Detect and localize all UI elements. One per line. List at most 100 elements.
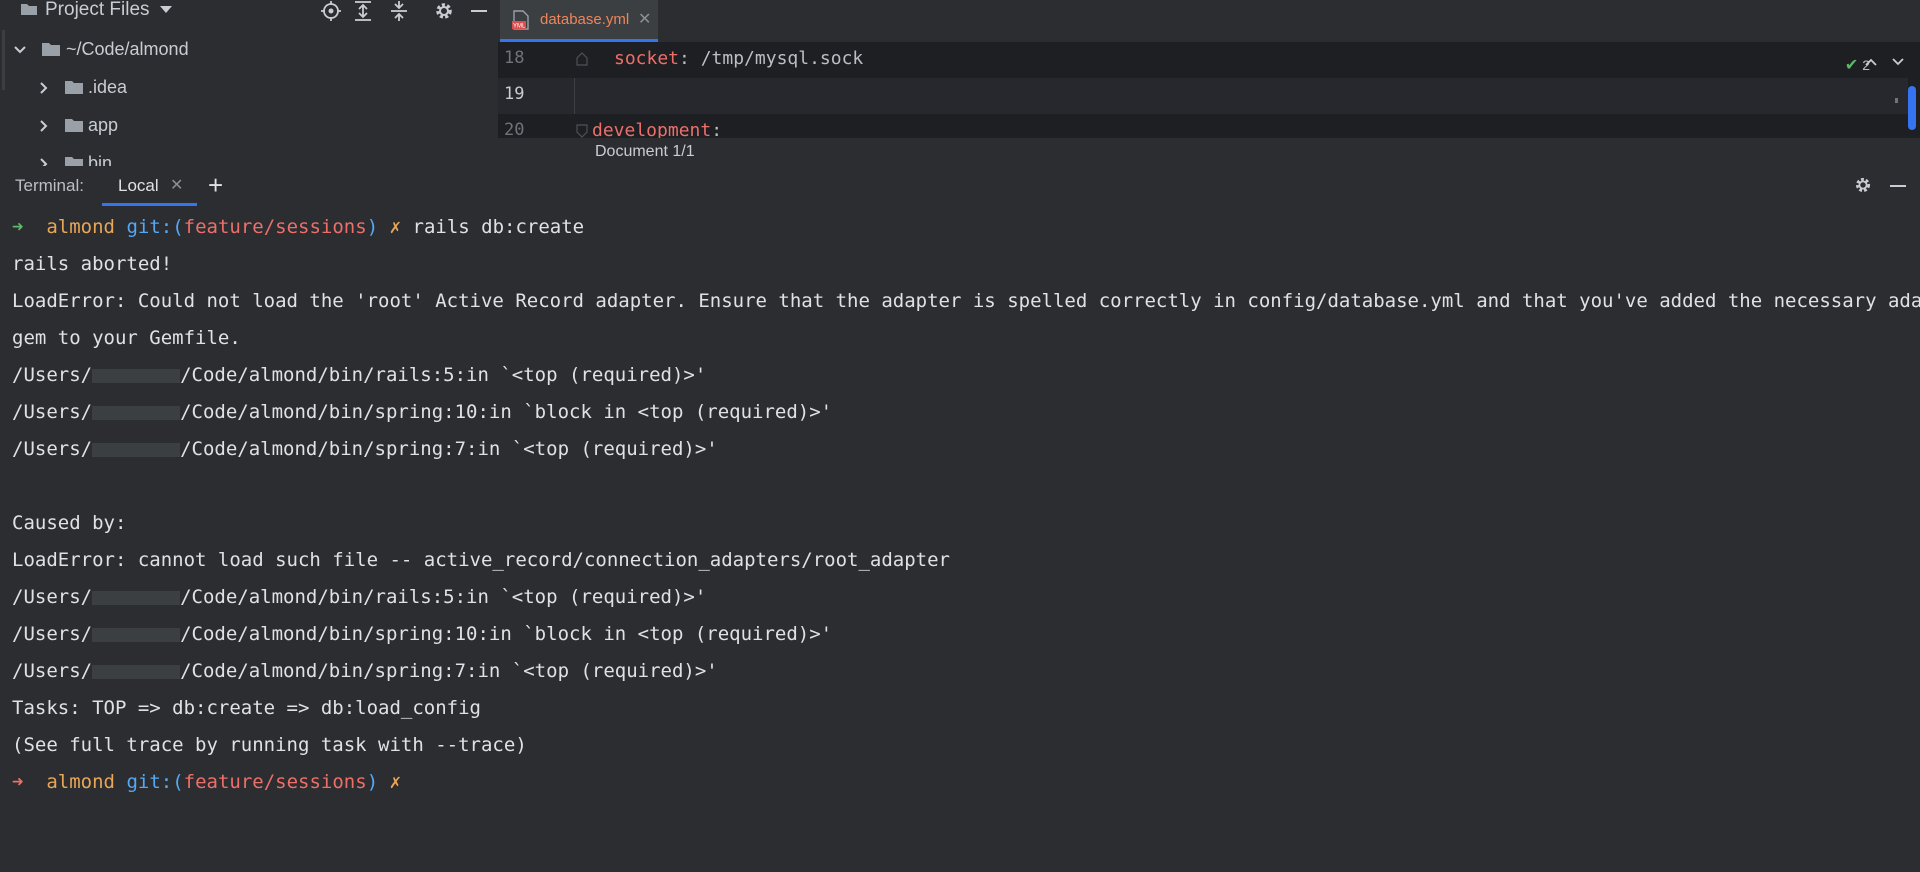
chevron-right-icon[interactable] bbox=[37, 81, 51, 95]
path-prefix: /Users/ bbox=[12, 586, 93, 608]
prompt-paren-close: ) bbox=[366, 771, 379, 793]
chevron-up-icon[interactable] bbox=[1864, 56, 1878, 68]
project-view-title[interactable]: Project Files bbox=[45, 0, 150, 20]
collapse-all-icon[interactable] bbox=[388, 0, 410, 22]
terminal-line: /Users/ /Code/almond/bin/spring:10:in `bl… bbox=[12, 616, 832, 653]
editor-tab-bar: YML database.yml ✕ bbox=[498, 0, 1920, 42]
gutter-divider bbox=[574, 78, 575, 114]
redacted-username bbox=[92, 664, 181, 679]
chevron-down-icon[interactable] bbox=[1891, 56, 1905, 68]
line-number: 18 bbox=[504, 48, 525, 68]
path-suffix: /Code/almond/bin/spring:7:in `<top (requ… bbox=[180, 438, 718, 460]
editor: YML database.yml ✕ 18 socket: /tmp/mysql… bbox=[498, 0, 1920, 141]
tree-item-idea[interactable]: .idea bbox=[0, 68, 498, 106]
close-icon[interactable]: ✕ bbox=[638, 9, 651, 29]
code-area[interactable]: 18 socket: /tmp/mysql.sock 19 20 develop… bbox=[498, 42, 1920, 141]
prompt-branch: feature/sessions bbox=[183, 771, 367, 793]
code-line-current: 19 bbox=[498, 78, 1908, 114]
prompt-dirty-mark: ✗ bbox=[389, 216, 402, 238]
tab-label: Local bbox=[118, 176, 159, 195]
prompt-directory: almond bbox=[46, 771, 115, 793]
terminal-line: /Users/ /Code/almond/bin/spring:7:in `<to… bbox=[12, 653, 718, 690]
prompt-paren-close: ) bbox=[366, 216, 379, 238]
tab-local[interactable]: Local ✕ bbox=[102, 166, 197, 206]
editor-breadcrumb-strip: Document 1/1 bbox=[498, 138, 1920, 166]
terminal-line: /Users/ /Code/almond/bin/rails:5:in `<top… bbox=[12, 579, 706, 616]
terminal-line: LoadError: cannot load such file -- acti… bbox=[12, 549, 950, 571]
check-icon: ✔ bbox=[1844, 57, 1859, 74]
path-suffix: /Code/almond/bin/rails:5:in `<top (requi… bbox=[180, 586, 707, 608]
terminal-title: Terminal: bbox=[15, 176, 84, 195]
project-panel-header: Project Files bbox=[0, 0, 498, 22]
terminal-line: Caused by: bbox=[12, 512, 127, 534]
tree-item-root[interactable]: ~/Code/almond bbox=[0, 30, 498, 68]
prompt-paren-open: ( bbox=[172, 771, 184, 793]
redacted-username bbox=[92, 405, 181, 420]
path-prefix: /Users/ bbox=[12, 364, 93, 386]
path-suffix: /Code/almond/bin/spring:7:in `<top (requ… bbox=[180, 660, 718, 682]
prompt-arrow-icon: ➜ bbox=[12, 771, 24, 793]
chevron-right-icon[interactable] bbox=[37, 119, 51, 133]
line-number: 20 bbox=[504, 120, 525, 140]
terminal-header: Terminal: Local ✕ + bbox=[0, 166, 1920, 206]
expand-all-icon[interactable] bbox=[352, 0, 374, 22]
tree-item-label: ~/Code/almond bbox=[66, 39, 189, 59]
fold-end-icon[interactable] bbox=[576, 52, 588, 66]
tree-item-bin[interactable]: bin bbox=[0, 144, 498, 166]
tree-scrollbar[interactable] bbox=[2, 30, 5, 90]
path-prefix: /Users/ bbox=[12, 401, 93, 423]
path-prefix: /Users/ bbox=[12, 438, 93, 460]
folder-icon bbox=[65, 119, 83, 132]
redacted-username bbox=[92, 590, 181, 605]
new-tab-plus-icon[interactable]: + bbox=[208, 170, 223, 200]
tree-item-app[interactable]: app bbox=[0, 106, 498, 144]
minimize-icon[interactable] bbox=[1890, 185, 1906, 187]
redacted-username bbox=[92, 627, 181, 642]
line-number: 19 bbox=[504, 84, 525, 104]
terminal-line: Tasks: TOP => db:create => db:load_confi… bbox=[12, 697, 481, 719]
locate-file-icon[interactable] bbox=[320, 0, 342, 22]
path-prefix: /Users/ bbox=[12, 623, 93, 645]
close-icon[interactable]: ✕ bbox=[170, 175, 183, 195]
tab-label: database.yml bbox=[540, 11, 630, 28]
gear-icon[interactable] bbox=[1853, 175, 1873, 195]
path-suffix: /Code/almond/bin/spring:10:in `block in … bbox=[180, 401, 833, 423]
chevron-down-icon[interactable] bbox=[160, 6, 172, 13]
terminal-command: rails db:create bbox=[412, 216, 585, 238]
path-suffix: /Code/almond/bin/spring:10:in `block in … bbox=[180, 623, 833, 645]
terminal-prompt-line: ➜ almond git:(feature/sessions) ✗ bbox=[12, 764, 401, 801]
prompt-branch: feature/sessions bbox=[183, 216, 367, 238]
scroll-marker bbox=[1895, 98, 1898, 103]
gear-icon[interactable] bbox=[433, 0, 455, 22]
yaml-key: socket bbox=[614, 48, 680, 69]
chevron-right-icon[interactable] bbox=[37, 157, 51, 166]
redacted-username bbox=[92, 442, 181, 457]
folder-icon bbox=[65, 157, 83, 166]
prompt-dirty-mark: ✗ bbox=[389, 771, 402, 793]
path-suffix: /Code/almond/bin/rails:5:in `<top (requi… bbox=[180, 364, 707, 386]
terminal-line: /Users/ /Code/almond/bin/spring:7:in `<to… bbox=[12, 431, 718, 468]
terminal-prompt-line: ➜ almond git:(feature/sessions) ✗ rails … bbox=[12, 209, 584, 246]
tab-database-yml[interactable]: YML database.yml ✕ bbox=[500, 0, 658, 42]
folder-icon bbox=[42, 43, 60, 56]
terminal-line: /Users/ /Code/almond/bin/rails:5:in `<top… bbox=[12, 357, 706, 394]
tree-item-label: app bbox=[88, 115, 119, 135]
minimize-icon[interactable] bbox=[471, 10, 487, 12]
terminal-line: (See full trace by running task with --t… bbox=[12, 734, 527, 756]
editor-scrollbar[interactable] bbox=[1908, 86, 1916, 130]
tree-item-label: bin bbox=[88, 153, 113, 166]
prompt-paren-open: ( bbox=[172, 216, 184, 238]
terminal-line: /Users/ /Code/almond/bin/spring:10:in `bl… bbox=[12, 394, 832, 431]
project-panel: Project Files ~/Code/almond .idea app bi… bbox=[0, 0, 498, 166]
terminal-line: gem to your Gemfile. bbox=[12, 327, 241, 349]
terminal-output[interactable]: ➜ almond git:(feature/sessions) ✗ rails … bbox=[0, 206, 1920, 872]
fold-start-icon[interactable] bbox=[576, 124, 588, 138]
code-line: 18 socket: /tmp/mysql.sock bbox=[498, 42, 1908, 78]
yml-file-icon: YML bbox=[512, 10, 529, 30]
tree-item-label: .idea bbox=[88, 77, 128, 97]
document-status[interactable]: Document 1/1 bbox=[595, 143, 695, 161]
terminal-line: rails aborted! bbox=[12, 253, 173, 275]
yaml-value: : /tmp/mysql.sock bbox=[679, 48, 864, 69]
path-prefix: /Users/ bbox=[12, 660, 93, 682]
chevron-down-icon[interactable] bbox=[13, 43, 27, 57]
